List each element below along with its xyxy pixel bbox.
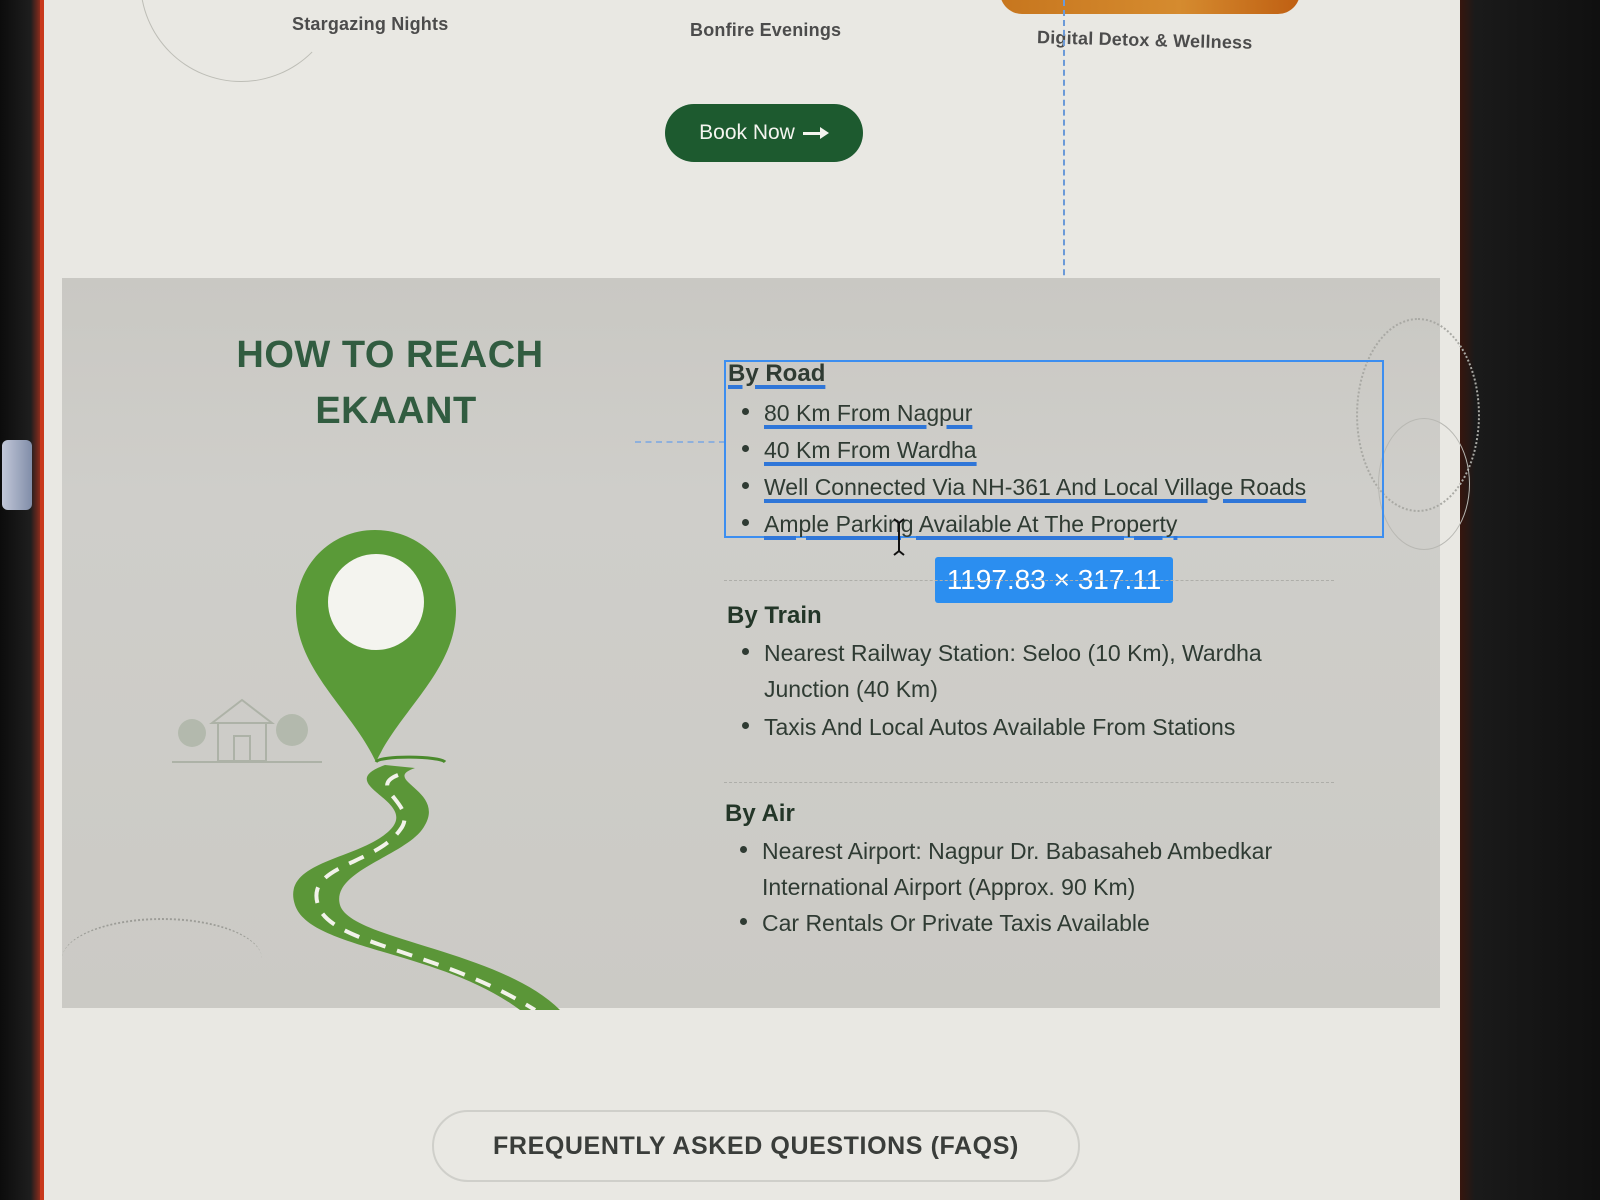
by-air-item: Nearest Airport: Nagpur Dr. Babasaheb Am… — [740, 838, 1272, 865]
location-pin-road-illustration — [293, 530, 560, 1010]
bullet-dot — [740, 846, 747, 854]
location-pin-icon — [296, 530, 456, 764]
monitor-bezel-right — [1458, 0, 1600, 1200]
activity-image — [1000, 0, 1300, 14]
by-train-heading: By Train — [727, 602, 822, 629]
by-train-item: Nearest Railway Station: Seloo (10 Km), … — [742, 640, 1262, 667]
book-now-button[interactable]: Book Now — [665, 104, 863, 162]
bullet-dot — [742, 408, 749, 416]
screen-glare — [2, 440, 32, 510]
divider — [724, 782, 1334, 783]
by-road-item: Well Connected Via NH-361 And Local Vill… — [742, 474, 1306, 501]
by-road-item: Ample Parking Available At The Property — [742, 511, 1177, 538]
bullet-dot — [742, 648, 749, 656]
screen-edge — [40, 0, 44, 1200]
book-now-label: Book Now — [699, 121, 795, 144]
by-air-item: Car Rentals Or Private Taxis Available — [740, 910, 1150, 937]
layout-guide-horizontal — [635, 441, 725, 443]
arrow-right-icon — [802, 126, 829, 140]
decorative-ring — [1378, 418, 1470, 550]
road-icon — [293, 765, 560, 1010]
activity-label-bonfire: Bonfire Evenings — [690, 20, 842, 40]
by-air-heading: By Air — [725, 800, 795, 827]
decorative-dotted-curve — [62, 918, 262, 1000]
by-road-heading: By Road — [728, 360, 826, 387]
divider — [724, 580, 1334, 581]
activity-label-stargazing: Stargazing Nights — [292, 14, 449, 34]
bullet-dot — [742, 482, 749, 490]
bullet-dot — [742, 519, 749, 527]
by-road-item: 80 Km From Nagpur — [742, 400, 972, 427]
by-air-item-continued: International Airport (Approx. 90 Km) — [762, 874, 1136, 900]
by-road-item: 40 Km From Wardha — [742, 437, 977, 464]
text-cursor-icon — [893, 518, 905, 556]
by-train-item-continued: Junction (40 Km) — [764, 676, 938, 702]
faq-button[interactable]: FREQUENTLY ASKED QUESTIONS (FAQS) — [432, 1110, 1080, 1182]
bullet-dot — [742, 722, 749, 730]
monitor-bezel-left — [0, 0, 44, 1200]
bullet-dot — [740, 918, 747, 926]
by-train-item: Taxis And Local Autos Available From Sta… — [742, 714, 1235, 741]
bullet-dot — [742, 445, 749, 453]
section-title-line1: HOW TO REACH — [236, 334, 544, 376]
section-title-line2: EKAANT — [315, 390, 477, 432]
